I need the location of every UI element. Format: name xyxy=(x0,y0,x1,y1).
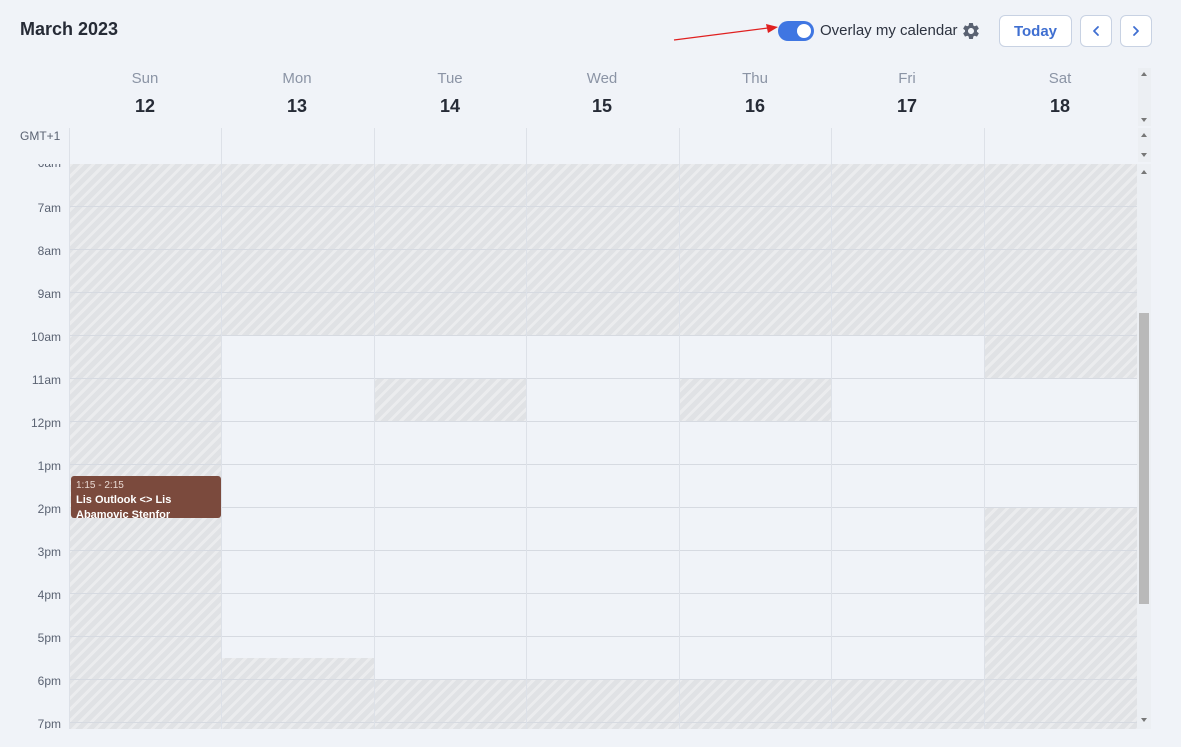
month-title: March 2023 xyxy=(20,19,119,39)
day-number: 18 xyxy=(1049,96,1071,116)
day-number: 15 xyxy=(591,96,613,116)
time-label: 5pm xyxy=(37,631,61,645)
hour-line xyxy=(69,464,1137,465)
unavailable-block xyxy=(984,507,1137,729)
allday-scrollbar[interactable] xyxy=(1138,128,1151,162)
calendar-event[interactable]: 1:15 - 2:15 Lis Outlook <> Lis Abamovic … xyxy=(71,476,221,518)
time-label: 12pm xyxy=(30,416,61,430)
hour-line xyxy=(69,507,1137,508)
allday-divider xyxy=(831,128,832,164)
overlay-label: Overlay my calendar xyxy=(820,22,958,39)
time-label: 7pm xyxy=(37,717,61,729)
hour-line xyxy=(69,206,1137,207)
overlay-toggle[interactable] xyxy=(778,21,814,41)
day-divider xyxy=(526,164,527,729)
day-header-fri: Fri 17 xyxy=(831,70,983,117)
day-name: Tue xyxy=(437,70,463,87)
unavailable-block xyxy=(69,335,221,729)
day-number: 12 xyxy=(134,96,156,116)
hour-line xyxy=(69,421,1137,422)
scroll-up-icon[interactable] xyxy=(1141,170,1147,174)
gear-icon[interactable] xyxy=(961,21,981,41)
hour-line xyxy=(69,378,1137,379)
hour-line xyxy=(69,292,1137,293)
scrollbar-thumb[interactable] xyxy=(1139,313,1149,604)
time-axis: 6am 7am 8am 9am 10am 11am 12pm 1pm 2pm 3… xyxy=(0,164,69,729)
day-number: 14 xyxy=(439,96,461,116)
prev-week-button[interactable] xyxy=(1080,15,1112,47)
hour-line xyxy=(69,550,1137,551)
day-name: Sun xyxy=(131,70,159,87)
header-scrollbar[interactable] xyxy=(1138,68,1151,126)
day-header-sat: Sat 18 xyxy=(984,70,1136,117)
chevron-right-icon xyxy=(1133,26,1139,36)
day-header-sun: Sun 12 xyxy=(69,70,221,117)
day-name: Fri xyxy=(898,70,916,87)
scroll-up-icon[interactable] xyxy=(1141,133,1147,137)
day-header-mon: Mon 13 xyxy=(221,70,373,117)
hour-line xyxy=(69,335,1137,336)
time-label: 11am xyxy=(31,373,61,387)
unavailable-block xyxy=(374,378,526,421)
allday-divider xyxy=(221,128,222,164)
day-header-thu: Thu 16 xyxy=(679,70,831,117)
allday-divider xyxy=(374,128,375,164)
timezone-label: GMT+1 xyxy=(20,129,61,143)
allday-divider xyxy=(679,128,680,164)
time-label: 6am xyxy=(0,164,61,170)
time-label: 4pm xyxy=(37,588,61,602)
time-label: 2pm xyxy=(37,502,61,516)
time-label: 6pm xyxy=(37,674,61,688)
day-name: Mon xyxy=(282,70,312,87)
event-time: 1:15 - 2:15 xyxy=(76,480,124,491)
day-name: Thu xyxy=(742,70,768,87)
today-button[interactable]: Today xyxy=(999,15,1072,47)
hour-line xyxy=(69,636,1137,637)
scroll-down-icon[interactable] xyxy=(1141,718,1147,722)
unavailable-block xyxy=(221,658,374,729)
day-header-wed: Wed 15 xyxy=(526,70,678,117)
week-grid[interactable] xyxy=(69,164,1137,729)
unavailable-block xyxy=(984,335,1137,378)
event-title: Lis Outlook <> Lis Abamovic Stenfor xyxy=(76,494,172,518)
day-divider xyxy=(69,164,70,729)
hour-line xyxy=(69,679,1137,680)
annotation-arrow xyxy=(673,24,778,41)
next-week-button[interactable] xyxy=(1120,15,1152,47)
day-header-tue: Tue 14 xyxy=(374,70,526,117)
time-label: 1pm xyxy=(37,459,61,473)
time-label: 10am xyxy=(30,330,61,344)
scroll-down-icon[interactable] xyxy=(1141,153,1147,157)
chevron-left-icon xyxy=(1093,26,1099,36)
day-divider xyxy=(984,164,985,729)
unavailable-block xyxy=(679,378,831,421)
hour-line xyxy=(69,722,1137,723)
hour-line xyxy=(69,249,1137,250)
scroll-down-icon[interactable] xyxy=(1141,118,1147,122)
toggle-knob xyxy=(797,24,811,38)
day-number: 17 xyxy=(896,96,918,116)
day-number: 13 xyxy=(286,96,308,116)
day-divider xyxy=(831,164,832,729)
day-divider xyxy=(679,164,680,729)
day-name: Wed xyxy=(586,70,618,87)
day-name: Sat xyxy=(1048,70,1072,87)
hour-line xyxy=(69,593,1137,594)
day-divider xyxy=(221,164,222,729)
time-label: 3pm xyxy=(37,545,61,559)
time-label: 8am xyxy=(37,244,61,258)
time-label: 7am xyxy=(37,201,61,215)
scroll-up-icon[interactable] xyxy=(1141,72,1147,76)
day-number: 16 xyxy=(744,96,766,116)
allday-divider xyxy=(526,128,527,164)
day-divider xyxy=(374,164,375,729)
allday-divider xyxy=(69,128,70,164)
time-label: 9am xyxy=(37,287,61,301)
allday-divider xyxy=(984,128,985,164)
grid-scrollbar[interactable] xyxy=(1137,164,1151,729)
